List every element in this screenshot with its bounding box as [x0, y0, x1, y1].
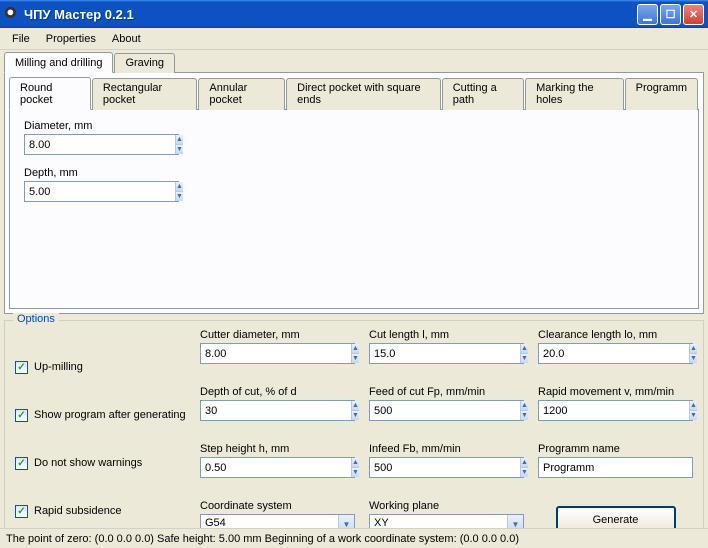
up-milling-checkbox[interactable]: ✓	[15, 361, 28, 374]
step-height-spinner[interactable]: ▲▼	[200, 457, 355, 478]
depth-spinner[interactable]: ▲ ▼	[24, 181, 179, 202]
tab-round-pocket[interactable]: Round pocket	[9, 77, 91, 110]
chevron-up-icon[interactable]: ▲	[521, 458, 528, 467]
no-warnings-label: Do not show warnings	[34, 457, 142, 469]
diameter-spinner[interactable]: ▲ ▼	[24, 134, 179, 155]
depth-down-icon[interactable]: ▼	[176, 191, 183, 201]
cut-length-label: Cut length l, mm	[369, 329, 524, 341]
chevron-up-icon[interactable]: ▲	[352, 458, 359, 467]
feed-of-cut-label: Feed of cut Fp, mm/min	[369, 386, 524, 398]
options-group: Options ✓ Up-milling ✓ Show program afte…	[4, 320, 704, 546]
cutter-diameter-label: Cutter diameter, mm	[200, 329, 355, 341]
rapid-movement-spinner[interactable]: ▲▼	[538, 400, 693, 421]
chevron-down-icon[interactable]: ▼	[521, 353, 528, 363]
menubar: File Properties About	[0, 28, 708, 50]
depth-of-cut-input[interactable]	[201, 401, 351, 420]
menu-file[interactable]: File	[4, 31, 38, 47]
clearance-length-input[interactable]	[539, 344, 689, 363]
status-text: The point of zero: (0.0 0.0 0.0) Safe he…	[6, 533, 519, 545]
chevron-up-icon[interactable]: ▲	[521, 401, 528, 410]
rapid-movement-label: Rapid movement v, mm/min	[538, 386, 693, 398]
chevron-down-icon[interactable]: ▼	[690, 410, 697, 420]
chevron-up-icon[interactable]: ▲	[690, 344, 697, 353]
infeed-spinner[interactable]: ▲▼	[369, 457, 524, 478]
coordinate-system-label: Coordinate system	[200, 500, 355, 512]
app-icon	[4, 6, 20, 22]
tab-cutting-path[interactable]: Cutting a path	[442, 78, 524, 110]
diameter-up-icon[interactable]: ▲	[176, 135, 183, 144]
titlebar: ЧПУ Мастер 0.2.1 ▁ ☐ ✕	[0, 0, 708, 28]
programm-name-label: Programm name	[538, 443, 693, 455]
chevron-down-icon[interactable]: ▼	[690, 353, 697, 363]
tab-programm[interactable]: Programm	[625, 78, 698, 110]
menu-properties[interactable]: Properties	[38, 31, 104, 47]
chevron-up-icon[interactable]: ▲	[690, 401, 697, 410]
inner-tabs: Round pocket Rectangular pocket Annular …	[9, 77, 699, 309]
chevron-down-icon[interactable]: ▼	[521, 410, 528, 420]
depth-input[interactable]	[25, 182, 175, 201]
rapid-subsidence-row: ✓ Rapid subsidence	[15, 505, 200, 518]
feed-of-cut-spinner[interactable]: ▲▼	[369, 400, 524, 421]
cutter-diameter-spinner[interactable]: ▲▼	[200, 343, 355, 364]
chevron-up-icon[interactable]: ▲	[352, 344, 359, 353]
cut-length-spinner[interactable]: ▲▼	[369, 343, 524, 364]
rapid-subsidence-checkbox[interactable]: ✓	[15, 505, 28, 518]
depth-up-icon[interactable]: ▲	[176, 182, 183, 191]
depth-label: Depth, mm	[24, 167, 684, 179]
chevron-up-icon[interactable]: ▲	[352, 401, 359, 410]
show-program-label: Show program after generating	[34, 409, 186, 421]
diameter-input[interactable]	[25, 135, 175, 154]
chevron-up-icon[interactable]: ▲	[521, 344, 528, 353]
infeed-input[interactable]	[370, 458, 520, 477]
cut-length-input[interactable]	[370, 344, 520, 363]
minimize-button[interactable]: ▁	[637, 4, 658, 25]
chevron-down-icon[interactable]: ▼	[352, 410, 359, 420]
show-program-row: ✓ Show program after generating	[15, 409, 200, 422]
programm-name-input[interactable]	[538, 457, 693, 478]
show-program-checkbox[interactable]: ✓	[15, 409, 28, 422]
no-warnings-row: ✓ Do not show warnings	[15, 457, 200, 470]
round-pocket-panel: Diameter, mm ▲ ▼ Depth, mm ▲ ▼	[9, 109, 699, 309]
maximize-button[interactable]: ☐	[660, 4, 681, 25]
chevron-down-icon[interactable]: ▼	[352, 467, 359, 477]
rapid-subsidence-label: Rapid subsidence	[34, 505, 121, 517]
feed-of-cut-input[interactable]	[370, 401, 520, 420]
clearance-length-spinner[interactable]: ▲▼	[538, 343, 693, 364]
depth-of-cut-label: Depth of cut, % of d	[200, 386, 355, 398]
tab-milling-drilling[interactable]: Milling and drilling	[4, 52, 113, 73]
options-legend: Options	[13, 313, 59, 325]
tab-rectangular-pocket[interactable]: Rectangular pocket	[92, 78, 198, 110]
tab-direct-pocket[interactable]: Direct pocket with square ends	[286, 78, 441, 110]
chevron-down-icon[interactable]: ▼	[521, 467, 528, 477]
tab-marking-holes[interactable]: Marking the holes	[525, 78, 624, 110]
working-plane-label: Working plane	[369, 500, 524, 512]
diameter-down-icon[interactable]: ▼	[176, 144, 183, 154]
chevron-down-icon[interactable]: ▼	[352, 353, 359, 363]
step-height-input[interactable]	[201, 458, 351, 477]
tab-graving[interactable]: Graving	[114, 53, 175, 73]
infeed-label: Infeed Fb, mm/min	[369, 443, 524, 455]
clearance-length-label: Clearance length lo, mm	[538, 329, 693, 341]
up-milling-row: ✓ Up-milling	[15, 361, 200, 374]
up-milling-label: Up-milling	[34, 361, 83, 373]
close-button[interactable]: ✕	[683, 4, 704, 25]
window-title: ЧПУ Мастер 0.2.1	[24, 7, 637, 22]
step-height-label: Step height h, mm	[200, 443, 355, 455]
statusbar: The point of zero: (0.0 0.0 0.0) Safe he…	[0, 528, 708, 548]
menu-about[interactable]: About	[104, 31, 149, 47]
no-warnings-checkbox[interactable]: ✓	[15, 457, 28, 470]
cutter-diameter-input[interactable]	[201, 344, 351, 363]
rapid-movement-input[interactable]	[539, 401, 689, 420]
diameter-label: Diameter, mm	[24, 120, 684, 132]
tab-annular-pocket[interactable]: Annular pocket	[198, 78, 285, 110]
depth-of-cut-spinner[interactable]: ▲▼	[200, 400, 355, 421]
outer-tabs: Milling and drilling Graving Round pocke…	[4, 52, 704, 314]
